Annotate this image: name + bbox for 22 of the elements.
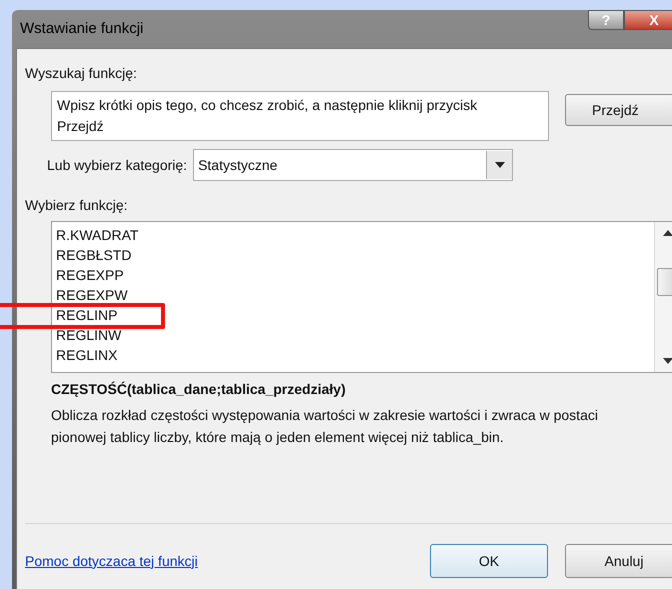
- ok-button[interactable]: OK: [430, 544, 548, 578]
- help-link[interactable]: Pomoc dotyczaca tej funkcji: [25, 550, 430, 572]
- scroll-up-icon[interactable]: [662, 230, 672, 236]
- function-item[interactable]: REGLINX: [56, 347, 118, 363]
- function-item[interactable]: REGEXPW: [56, 287, 128, 303]
- function-item[interactable]: REGLINW: [56, 327, 122, 343]
- function-item[interactable]: R.KWADRAT: [56, 227, 138, 243]
- scroll-thumb[interactable]: [656, 268, 672, 296]
- function-list-label: Wybierz funkcję:: [25, 196, 129, 215]
- scroll-down-icon[interactable]: [662, 358, 672, 364]
- function-item[interactable]: REGLINP: [56, 307, 118, 323]
- function-item[interactable]: REGBŁSTD: [56, 247, 132, 263]
- function-item[interactable]: REGEXPP: [56, 267, 124, 283]
- function-description: Oblicza rozkład częstości występowania wartości w zakresie wartości i zwraca w postaci pionowej tablicy liczby, które mają o jeden element więcej niż tablica_bin.: [51, 406, 599, 447]
- window-title: Wstawianie funkcji: [19, 18, 144, 39]
- search-label: Wyszukaj funkcję:: [25, 64, 138, 83]
- cancel-button[interactable]: Anuluj: [565, 544, 672, 578]
- search-field[interactable]: Wpisz krótki opis tego, co chcesz zrobić, a następnie kliknij przycisk Przejdź: [51, 91, 549, 141]
- category-select[interactable]: Statystyczne: [193, 149, 514, 181]
- category-label: Lub wybierz kategorię:: [47, 156, 188, 175]
- go-button[interactable]: Przejdź: [565, 94, 672, 126]
- function-signature: CZĘSTOŚĆ(tablica_dane;tablica_przedziały): [51, 380, 347, 399]
